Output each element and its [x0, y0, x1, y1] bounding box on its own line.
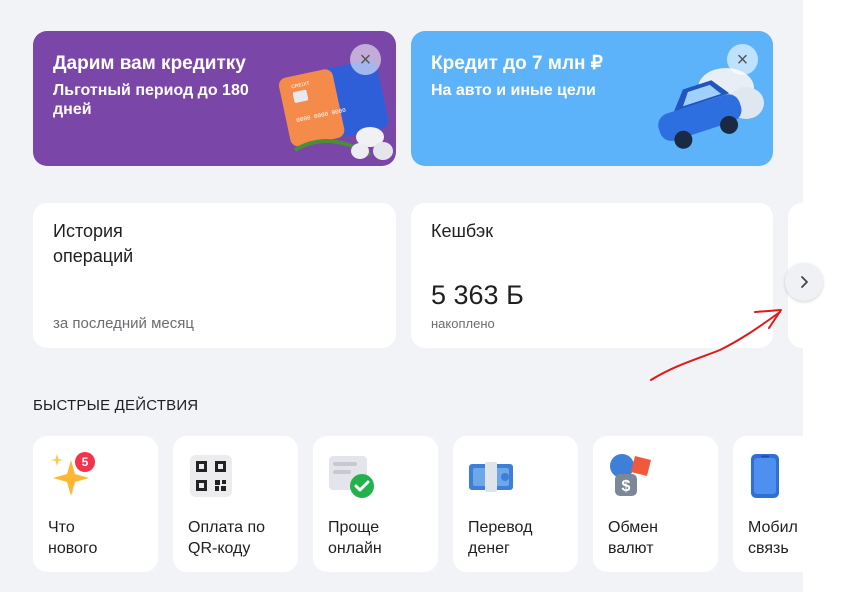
- car-loan-promo-banner[interactable]: Кредит до 7 млн ₽ На авто и иные цели ×: [411, 31, 773, 166]
- money-transfer-icon: [469, 462, 513, 492]
- notification-badge: 5: [75, 452, 95, 472]
- action-label: Проще онлайн: [328, 519, 382, 557]
- action-qr-payment[interactable]: Оплата по QR-коду: [173, 436, 298, 572]
- close-icon[interactable]: ×: [350, 44, 381, 75]
- action-label: Мобил связь: [748, 519, 798, 557]
- banner-title: Дарим вам кредитку: [53, 53, 246, 74]
- action-label: Оплата по QR-коду: [188, 519, 266, 557]
- action-label: Обмен валют: [608, 519, 658, 557]
- quick-actions-title: БЫСТРЫЕ ДЕЙСТВИЯ: [33, 397, 199, 414]
- form-check-icon: [329, 456, 374, 498]
- action-mobile[interactable]: Мобил связь: [733, 436, 803, 572]
- main-panel: Дарим вам кредитку Льготный период до 18…: [0, 0, 828, 592]
- cashback-value: 5 363 Б: [431, 280, 524, 310]
- operations-history-card[interactable]: История операций за последний месяц: [33, 203, 396, 348]
- action-label: Что нового: [48, 519, 98, 557]
- banner-subtitle: Льготный период до 180 дней: [53, 82, 249, 118]
- cashback-note: накоплено: [431, 316, 495, 331]
- action-whats-new[interactable]: Что нового: [33, 436, 158, 572]
- credit-card-promo-banner[interactable]: Дарим вам кредитку Льготный период до 18…: [33, 31, 396, 166]
- credit-card-illustration: CREDIT 0000 0000 0000: [278, 59, 393, 160]
- card-title: Кешбэк: [431, 221, 494, 241]
- banner-title: Кредит до 7 млн ₽: [431, 53, 603, 74]
- action-currency-exchange[interactable]: $ Обмен валют: [593, 436, 718, 572]
- banner-subtitle: На авто и иные цели: [431, 82, 596, 99]
- close-icon[interactable]: ×: [727, 44, 758, 75]
- action-money-transfer[interactable]: Перевод денег: [453, 436, 578, 572]
- annotation-arrow: [650, 309, 782, 381]
- card-footer: за последний месяц: [53, 315, 194, 332]
- action-label: Перевод денег: [468, 519, 533, 557]
- svg-text:$: $: [622, 478, 631, 495]
- currency-exchange-icon: $: [610, 454, 651, 496]
- card-title: История операций: [53, 221, 134, 266]
- action-simpler-online[interactable]: Проще онлайн: [313, 436, 438, 572]
- carousel-next-button[interactable]: [785, 263, 823, 301]
- chevron-right-icon: [801, 276, 808, 288]
- qr-code-icon: [190, 455, 232, 497]
- mobile-phone-icon: [751, 454, 779, 498]
